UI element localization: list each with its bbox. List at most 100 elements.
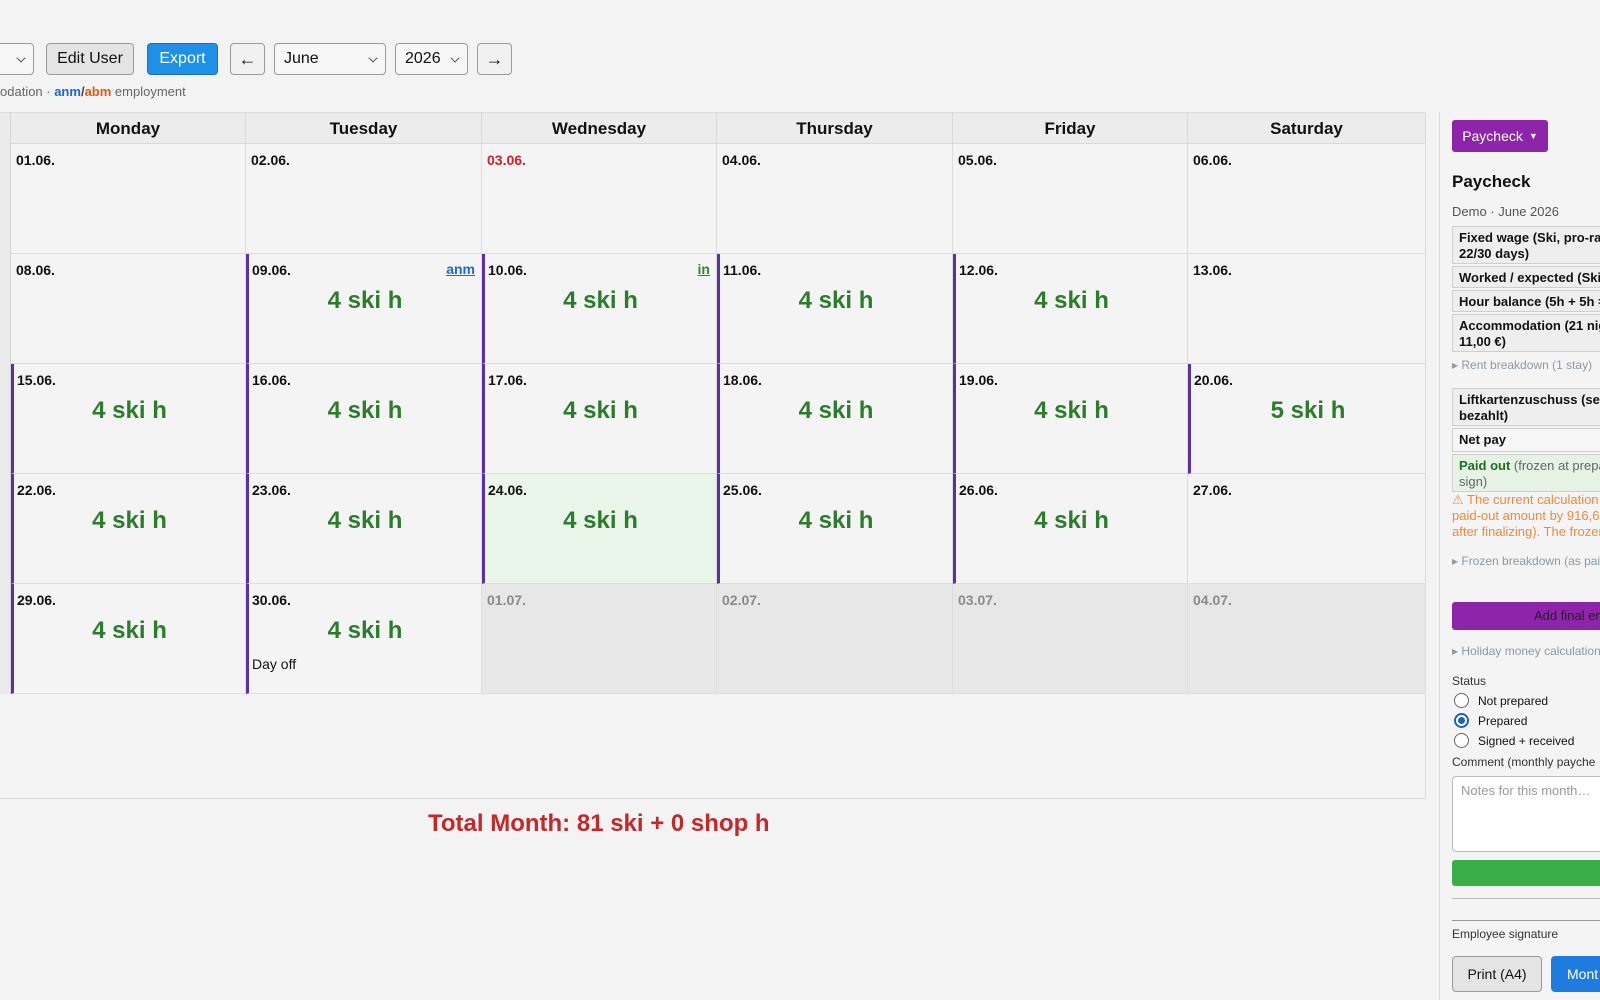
net-pay-row: Net pay (1452, 428, 1600, 452)
day-hours: 4 ski h (798, 507, 874, 534)
day-hours: 4 ski h (563, 397, 638, 424)
comment-textarea[interactable]: Notes for this month… (1452, 776, 1600, 852)
day-date: 09.06. (252, 262, 291, 278)
status-radio-prepared[interactable]: Prepared (1454, 713, 1527, 728)
day-tag-in[interactable]: in (698, 261, 710, 277)
frozen-breakdown-toggle[interactable]: ▸ Frozen breakdown (as paid (1452, 554, 1600, 568)
calendar-day-cell[interactable]: 06.06. (1188, 144, 1426, 254)
comment-label: Comment (monthly payche (1452, 755, 1596, 769)
calendar-day-cell[interactable]: 30.06. 4 ski h Day off (246, 584, 482, 694)
legend-abm: abm (84, 84, 112, 99)
chevron-down-icon (368, 53, 378, 63)
calendar-day-cell[interactable]: 18.06. 4 ski h (717, 364, 953, 474)
worked-expected-row: Worked / expected (Ski) (1452, 266, 1600, 288)
paycheck-button-label: Paycheck (1462, 128, 1523, 144)
year-select-value: 2026 (405, 50, 441, 67)
calendar-day-cell[interactable]: 01.06. (11, 144, 246, 254)
calendar-day-cell[interactable]: 26.06. 4 ski h (953, 474, 1188, 584)
day-date: 16.06. (252, 372, 291, 388)
calendar-day-cell[interactable]: 03.06. (482, 144, 717, 254)
calendar-day-cell[interactable]: 25.06. 4 ski h (717, 474, 953, 584)
calendar-day-cell[interactable]: 23.06. 4 ski h (246, 474, 482, 584)
day-date: 22.06. (17, 482, 56, 498)
status-radio-not-prepared[interactable]: Not prepared (1454, 693, 1548, 708)
paid-out-label: Paid out (1459, 458, 1511, 473)
status-radio-signed[interactable]: Signed + received (1454, 733, 1574, 748)
prev-month-button[interactable]: ← (230, 43, 265, 75)
edit-user-button[interactable]: Edit User (46, 43, 134, 75)
day-tag-anm[interactable]: anm (446, 261, 475, 277)
calendar-day-cell[interactable]: 16.06. 4 ski h (246, 364, 482, 474)
day-date: 20.06. (1194, 372, 1233, 388)
day-date: 15.06. (17, 372, 56, 388)
day-date: 12.06. (959, 262, 998, 278)
radio-button[interactable] (1454, 713, 1469, 728)
chevron-down-icon (16, 53, 26, 63)
calendar-day-cell[interactable]: 17.06. 4 ski h (482, 364, 717, 474)
paycheck-title: Paycheck (1452, 172, 1531, 191)
legend-suffix: employment (111, 84, 186, 99)
rent-breakdown-toggle[interactable]: ▸ Rent breakdown (1 stay) (1452, 358, 1592, 372)
calendar-day-cell[interactable]: 05.06. (953, 144, 1188, 254)
day-hours: 4 ski h (1034, 287, 1109, 314)
day-date: 02.06. (251, 152, 290, 168)
day-hours: 4 ski h (92, 507, 167, 534)
export-button[interactable]: Export (147, 43, 218, 75)
calendar-day-cell[interactable]: 10.06. 4 ski h in (482, 254, 717, 364)
day-hours: 4 ski h (798, 287, 874, 314)
legend-anm: anm (54, 84, 81, 99)
calendar-day-cell[interactable]: 04.07. (1188, 584, 1426, 694)
month-select-value: June (284, 50, 319, 67)
calendar-day-cell[interactable]: 02.07. (717, 584, 953, 694)
hour-balance-row: Hour balance (5h + 5h = (1452, 290, 1600, 312)
day-hours: 4 ski h (798, 397, 874, 424)
radio-button[interactable] (1454, 733, 1469, 748)
day-date: 10.06. (488, 262, 527, 278)
day-date: 29.06. (17, 592, 56, 608)
week-number-cell (0, 584, 11, 694)
day-date: 01.07. (487, 592, 526, 608)
calendar-day-cell[interactable]: 13.06. (1188, 254, 1426, 364)
calendar-day-cell[interactable]: 04.06. (717, 144, 953, 254)
radio-button[interactable] (1454, 693, 1469, 708)
calendar-day-cell[interactable]: 15.06. 4 ski h (11, 364, 246, 474)
fixed-wage-row: Fixed wage (Ski, pro-rate 22/30 days) (1452, 226, 1600, 264)
save-comment-button[interactable] (1452, 860, 1600, 886)
calendar-day-cell[interactable]: 24.06. 4 ski h (482, 474, 717, 584)
print-button[interactable]: Print (A4) (1452, 956, 1542, 992)
calendar-day-cell[interactable]: 19.06. 4 ski h (953, 364, 1188, 474)
add-final-entry-button[interactable]: Add final en (1452, 602, 1600, 630)
calendar-day-cell[interactable]: 27.06. (1188, 474, 1426, 584)
calendar-day-cell[interactable]: 29.06. 4 ski h (11, 584, 246, 694)
calendar-day-cell[interactable]: 03.07. (953, 584, 1188, 694)
calendar: Monday Tuesday Wednesday Thursday Friday… (0, 112, 1426, 837)
calendar-day-cell[interactable]: 01.07. (482, 584, 717, 694)
calendar-day-cell[interactable]: 20.06. 5 ski h (1188, 364, 1426, 474)
legend-prefix: odation · (0, 84, 55, 99)
calendar-day-cell[interactable]: 09.06. 4 ski h anm (246, 254, 482, 364)
month-select[interactable]: June (274, 43, 386, 75)
month-total: Total Month: 81 ski + 0 shop h (428, 810, 770, 837)
day-date: 13.06. (1193, 262, 1232, 278)
day-date: 25.06. (723, 482, 762, 498)
calendar-day-cell[interactable]: 12.06. 4 ski h (953, 254, 1188, 364)
week-number-cell (0, 144, 11, 254)
day-date: 27.06. (1193, 482, 1232, 498)
month-button[interactable]: Mont (1551, 956, 1600, 992)
next-month-button[interactable]: → (477, 43, 512, 75)
day-hours: 4 ski h (327, 397, 403, 424)
paycheck-panel: Paycheck ▼ Paycheck Demo · June 2026 Fixe… (1439, 112, 1600, 1000)
day-date: 04.07. (1193, 592, 1232, 608)
user-select[interactable] (0, 43, 34, 75)
year-select[interactable]: 2026 (395, 43, 468, 75)
calendar-day-cell[interactable]: 02.06. (246, 144, 482, 254)
calendar-day-cell[interactable]: 11.06. 4 ski h (717, 254, 953, 364)
calendar-day-cell[interactable]: 08.06. (11, 254, 246, 364)
calendar-day-cell[interactable]: 22.06. 4 ski h (11, 474, 246, 584)
day-date: 03.06. (487, 152, 526, 168)
holiday-money-toggle[interactable]: ▸ Holiday money calculation (1452, 644, 1600, 658)
paycheck-subtitle: Demo · June 2026 (1452, 204, 1559, 219)
paycheck-dropdown-button[interactable]: Paycheck ▼ (1452, 120, 1548, 152)
day-date: 03.07. (958, 592, 997, 608)
legend: odation · anm/abm employment (0, 84, 186, 99)
